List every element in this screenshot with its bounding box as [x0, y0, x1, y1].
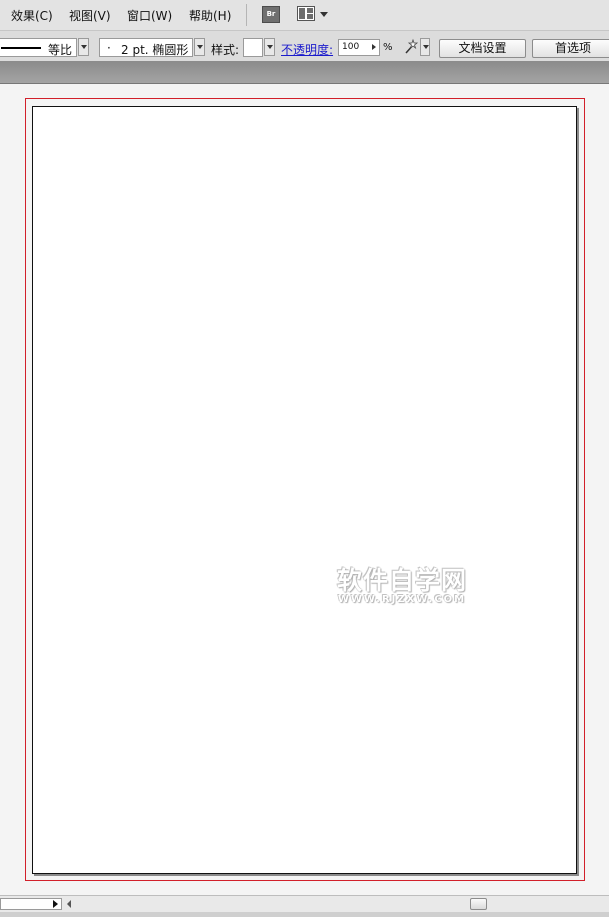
stroke-uniform-label: 等比 — [48, 43, 73, 57]
artboard[interactable] — [32, 106, 577, 874]
artboard-navigation-field[interactable] — [0, 898, 62, 910]
graphic-style-swatch[interactable] — [243, 38, 263, 57]
scroll-thumb[interactable] — [470, 898, 487, 910]
opacity-link[interactable]: 不透明度: — [281, 41, 333, 58]
brush-value: 2 pt. 椭圆形 — [121, 43, 189, 57]
menu-help[interactable]: 帮助(H) — [189, 7, 231, 24]
opacity-unit: % — [383, 42, 393, 53]
bridge-icon[interactable]: Br — [262, 6, 280, 23]
control-bar: 等比 · 2 pt. 椭圆形 样式: 不透明度: 100 % 文档设置 首选项 — [0, 30, 609, 61]
document-setup-button[interactable]: 文档设置 — [439, 39, 526, 58]
brush-bullet: · — [107, 41, 111, 55]
watermark-sub: WWW.RJZXW.COM — [337, 594, 467, 605]
arrange-documents-icon[interactable] — [297, 6, 315, 21]
watermark-main: 软件自学网 — [337, 566, 468, 595]
graphic-style-dropdown[interactable] — [264, 38, 275, 56]
horizontal-scrollbar[interactable] — [0, 895, 609, 913]
menu-window[interactable]: 窗口(W) — [127, 7, 172, 24]
recolor-artwork-icon[interactable] — [403, 38, 419, 56]
stroke-line-preview — [1, 47, 41, 49]
menu-bar: 效果(C) 视图(V) 窗口(W) 帮助(H) Br — [0, 0, 609, 30]
watermark: 软件自学网 WWW.RJZXW.COM — [337, 568, 467, 606]
menu-view[interactable]: 视图(V) — [69, 7, 111, 24]
status-edge — [0, 912, 609, 917]
scroll-left-icon[interactable] — [67, 900, 71, 908]
chevron-down-icon[interactable] — [320, 12, 328, 17]
stroke-profile-field[interactable]: 等比 — [0, 38, 77, 57]
opacity-value: 100 — [342, 42, 360, 52]
play-arrow-icon[interactable] — [53, 900, 58, 908]
preferences-button[interactable]: 首选项 — [532, 39, 609, 58]
menu-effect[interactable]: 效果(C) — [11, 7, 53, 24]
brush-dropdown[interactable] — [194, 38, 205, 56]
style-label: 样式: — [211, 43, 240, 57]
chevron-right-icon[interactable] — [372, 44, 376, 50]
recolor-dropdown[interactable] — [420, 38, 430, 56]
document-tab-strip — [0, 61, 609, 84]
stroke-profile-dropdown[interactable] — [78, 38, 89, 56]
menu-separator — [246, 4, 247, 26]
brush-field[interactable]: · 2 pt. 椭圆形 — [99, 38, 193, 57]
opacity-input[interactable]: 100 — [338, 39, 380, 56]
